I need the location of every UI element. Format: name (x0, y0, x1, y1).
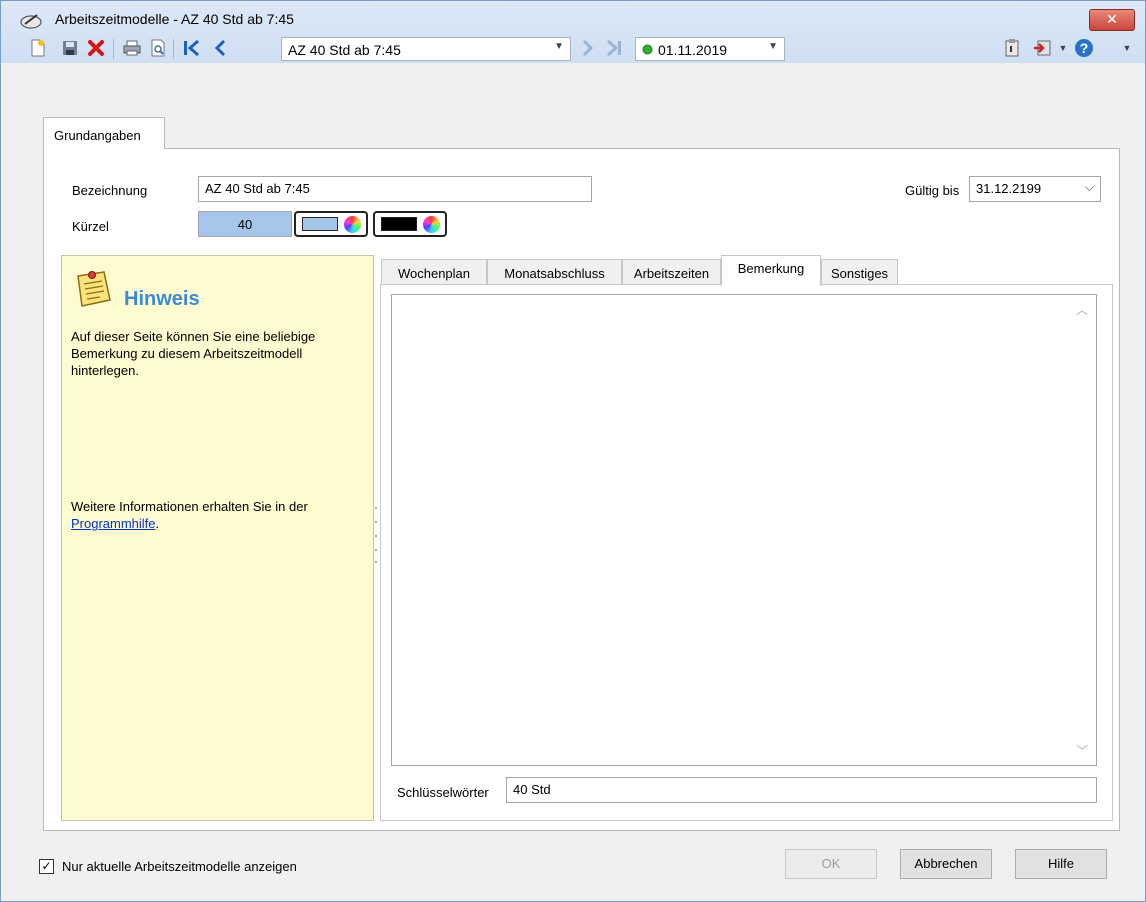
hint-text: Auf dieser Seite können Sie eine beliebi… (71, 329, 316, 378)
chevron-down-icon: ▼ (554, 41, 564, 52)
bezeichnung-value: AZ 40 Std ab 7:45 (205, 181, 310, 196)
keywords-value: 40 Std (513, 782, 551, 797)
new-document-icon[interactable] (27, 37, 49, 59)
last-record-icon[interactable] (603, 37, 625, 59)
toolbar-separator (113, 39, 114, 59)
window-title: Arbeitszeitmodelle - AZ 40 Std ab 7:45 (55, 11, 294, 27)
tab-label: Bemerkung (737, 261, 805, 276)
hint-more-info-text: Weitere Informationen erhalten Sie in de… (71, 499, 308, 514)
kuerzel-value: 40 (237, 217, 253, 232)
date-select-value: 01.11.2019 (658, 42, 728, 58)
toolbar: AZ 40 Std ab 7:45 ▼ 01.11.2019 ▼ ▼ ? ▼ (1, 35, 1145, 63)
note-icon (77, 271, 111, 307)
program-help-link[interactable]: Programmhilfe (71, 516, 156, 531)
chevron-down-icon[interactable]: ▼ (1057, 37, 1069, 59)
gueltig-bis-value: 31.12.2199 (976, 181, 1042, 196)
previous-record-icon[interactable] (209, 37, 231, 59)
toolbar-separator (173, 39, 174, 59)
svg-text:?: ? (1080, 40, 1089, 56)
tab-label: Wochenplan (397, 266, 471, 281)
grundangaben-panel: Bezeichnung AZ 40 Std ab 7:45 Kürzel 40 … (43, 148, 1120, 831)
record-select[interactable]: AZ 40 Std ab 7:45 ▼ (281, 37, 571, 61)
scroll-up-icon[interactable]: ︿ (1076, 301, 1088, 318)
bemerkung-panel: ︿ ﹀ Schlüsselwörter 40 Std (380, 284, 1113, 821)
tab-grundangaben[interactable]: Grundangaben (43, 117, 165, 149)
bezeichnung-field[interactable]: AZ 40 Std ab 7:45 (198, 176, 592, 202)
tab-wochenplan[interactable]: Wochenplan (381, 259, 487, 285)
print-preview-icon[interactable] (147, 37, 169, 59)
remark-textarea[interactable]: ︿ ﹀ (391, 294, 1097, 766)
tab-label: Grundangaben (54, 128, 141, 143)
clock-pen-icon (20, 14, 42, 29)
print-icon[interactable] (121, 37, 143, 59)
hint-more-info: Weitere Informationen erhalten Sie in de… (71, 498, 361, 532)
kuerzel-field[interactable]: 40 (198, 211, 292, 237)
background-color-swatch (302, 217, 338, 231)
kuerzel-label: Kürzel (72, 219, 109, 234)
title-bar: Arbeitszeitmodelle - AZ 40 Std ab 7:45 ✕ (1, 1, 1145, 63)
chevron-down-icon: ⌵ (1084, 180, 1094, 194)
tab-label: Monatsabschluss (504, 266, 605, 281)
next-record-icon[interactable] (577, 37, 599, 59)
hint-title: Hinweis (124, 288, 200, 310)
status-dot-icon (642, 44, 653, 55)
close-icon: ✕ (1106, 11, 1118, 27)
keywords-label: Schlüsselwörter (397, 785, 489, 800)
background-color-picker[interactable] (294, 211, 368, 237)
only-current-label: Nur aktuelle Arbeitszeitmodelle anzeigen (62, 859, 297, 874)
color-wheel-icon (344, 216, 361, 233)
date-select[interactable]: 01.11.2019 ▼ (635, 37, 785, 61)
save-icon[interactable] (59, 37, 81, 59)
tab-monatsabschluss[interactable]: Monatsabschluss (487, 259, 622, 285)
close-button[interactable]: ✕ (1089, 9, 1135, 31)
help-button[interactable]: Hilfe (1015, 849, 1107, 879)
ok-button-label: OK (821, 856, 841, 871)
help-button-label: Hilfe (1047, 856, 1074, 871)
dialog-window: Arbeitszeitmodelle - AZ 40 Std ab 7:45 ✕ (0, 0, 1146, 902)
chevron-down-icon[interactable]: ▼ (1121, 37, 1133, 59)
keywords-field[interactable]: 40 Std (506, 777, 1097, 803)
dialog-content: Grundangaben Bezeichnung AZ 40 Std ab 7:… (1, 63, 1145, 901)
scroll-down-icon[interactable]: ﹀ (1076, 742, 1088, 759)
splitter-handle[interactable] (374, 504, 378, 574)
first-record-icon[interactable] (181, 37, 203, 59)
only-current-checkbox[interactable]: ✓ (39, 859, 54, 874)
tab-bemerkung[interactable]: Bemerkung (721, 255, 821, 286)
record-select-value: AZ 40 Std ab 7:45 (288, 42, 401, 58)
clipboard-icon[interactable] (1001, 37, 1023, 59)
help-icon[interactable]: ? (1073, 37, 1095, 59)
tab-label: Sonstiges (830, 266, 889, 281)
tab-arbeitszeiten[interactable]: Arbeitszeiten (622, 259, 721, 285)
tab-sonstiges[interactable]: Sonstiges (821, 259, 898, 285)
exit-icon[interactable] (1031, 37, 1053, 59)
tab-label: Arbeitszeiten (633, 266, 710, 281)
gueltig-bis-field[interactable]: 31.12.2199 ⌵ (969, 176, 1101, 202)
bezeichnung-label: Bezeichnung (72, 183, 148, 198)
hint-period: . (155, 516, 160, 531)
ok-button[interactable]: OK (785, 849, 877, 879)
foreground-color-swatch (381, 217, 417, 231)
delete-icon[interactable] (85, 37, 107, 59)
foreground-color-picker[interactable] (373, 211, 447, 237)
chevron-down-icon: ▼ (768, 41, 778, 52)
color-wheel-icon (423, 216, 440, 233)
cancel-button-label: Abbrechen (914, 856, 978, 871)
gueltig-bis-label: Gültig bis (905, 183, 960, 198)
cancel-button[interactable]: Abbrechen (900, 849, 992, 879)
hint-panel: Hinweis Auf dieser Seite können Sie eine… (61, 255, 374, 821)
